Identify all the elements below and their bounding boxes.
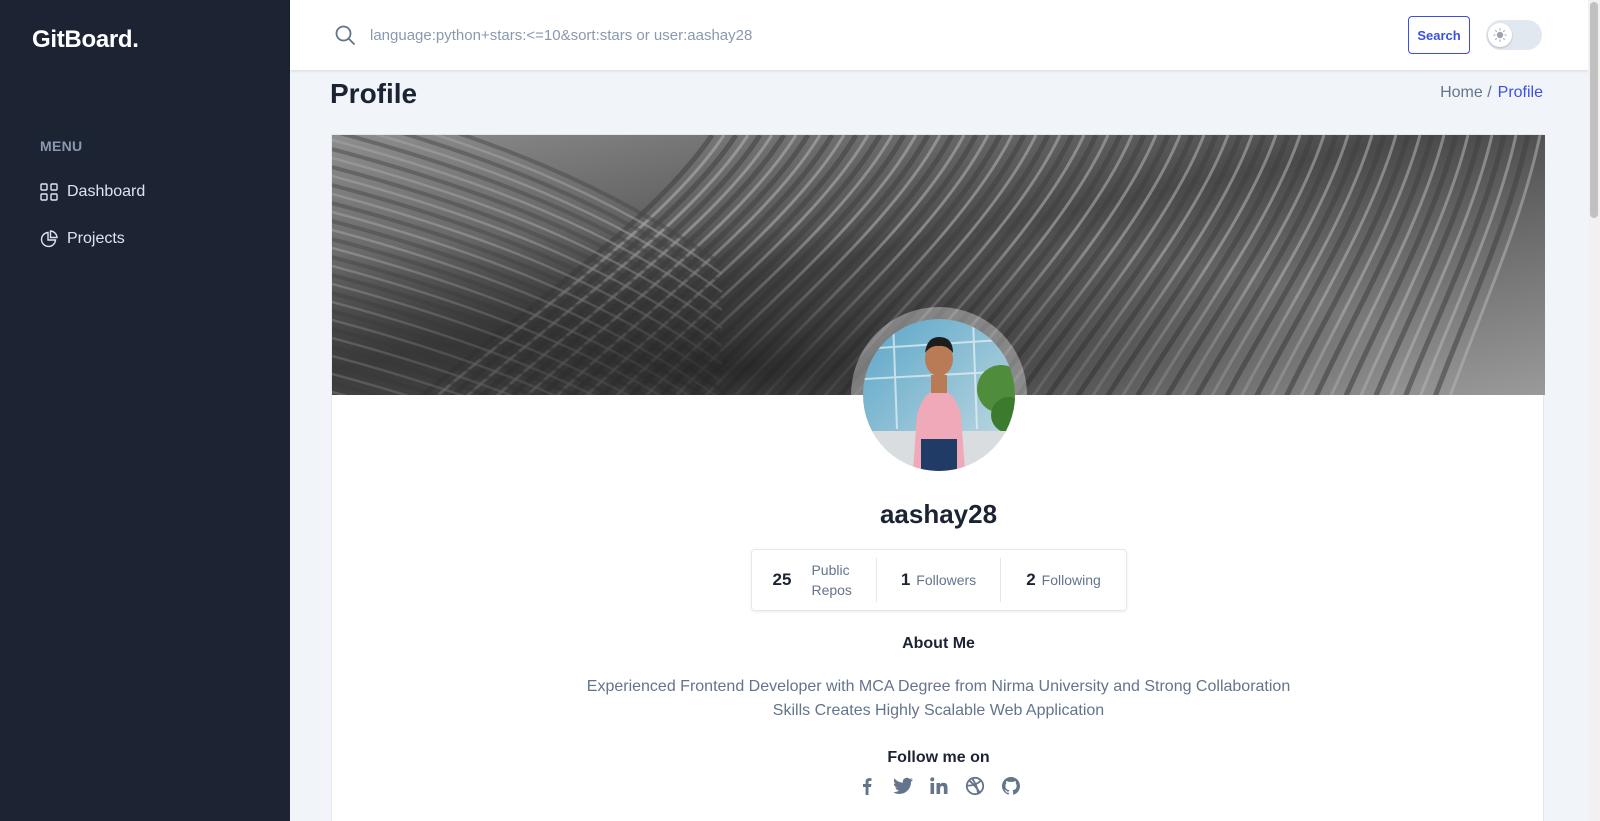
pie-chart-icon [40, 230, 58, 248]
grid-icon [40, 183, 58, 201]
sidebar-item-label: Projects [67, 230, 125, 247]
toggle-knob [1488, 23, 1512, 47]
avatar-ring [851, 307, 1027, 483]
page-scrollbar[interactable] [1588, 0, 1600, 821]
breadcrumb: Home / Profile [1440, 84, 1543, 102]
page-title: Profile [330, 78, 418, 109]
stat-label: Followers [916, 572, 977, 588]
search-button[interactable]: Search [1408, 16, 1470, 54]
scrollbar-thumb[interactable] [1590, 2, 1598, 218]
profile-card: aashay28 25 Public Repos 1 Followers 2 F… [331, 134, 1545, 821]
stat-value: 1 [900, 570, 911, 589]
follow-heading: Follow me on [887, 749, 990, 766]
avatar[interactable] [863, 319, 1015, 471]
facebook-icon[interactable] [856, 775, 878, 797]
stat-public-repos: 25 Public Repos [752, 558, 876, 602]
twitter-icon[interactable] [892, 775, 914, 797]
sun-icon [1493, 28, 1507, 42]
sidebar: GitBoard. MENU Dashboard Projects [0, 0, 290, 821]
stat-followers: 1 Followers [876, 558, 1000, 602]
sidebar-item-projects[interactable]: Projects [40, 224, 125, 254]
stat-following: 2 Following [1000, 558, 1126, 602]
theme-toggle[interactable] [1486, 20, 1542, 50]
breadcrumb-home[interactable]: Home / [1440, 84, 1492, 102]
app-logo[interactable]: GitBoard. [32, 26, 139, 54]
menu-heading: MENU [40, 138, 83, 154]
breadcrumb-current: Profile [1497, 84, 1543, 101]
sidebar-item-dashboard[interactable]: Dashboard [40, 177, 145, 207]
social-links [332, 775, 1545, 797]
stat-label: Public Repos [811, 562, 852, 598]
sidebar-item-label: Dashboard [67, 183, 146, 200]
github-icon[interactable] [1000, 775, 1022, 797]
about-heading: About Me [902, 635, 975, 652]
stat-value: 2 [1026, 570, 1036, 589]
stat-label: Following [1041, 572, 1101, 588]
top-header: Search [290, 0, 1588, 70]
linkedin-icon[interactable] [928, 775, 950, 797]
profile-username: aashay28 [879, 499, 998, 529]
profile-stats: 25 Public Repos 1 Followers 2 Following [751, 549, 1127, 611]
about-text: Experienced Frontend Developer with MCA … [586, 678, 1291, 719]
dribbble-icon[interactable] [964, 775, 986, 797]
search-input[interactable] [370, 20, 1270, 50]
search-icon[interactable] [334, 24, 356, 46]
stat-value: 25 [772, 570, 792, 589]
